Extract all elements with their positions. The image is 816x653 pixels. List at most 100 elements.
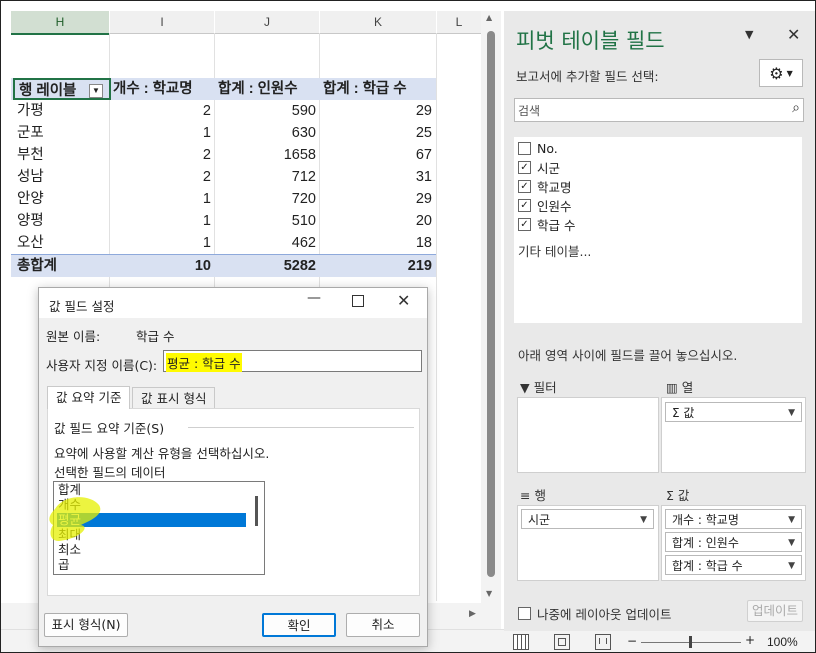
function-option[interactable]: 곱 bbox=[57, 558, 246, 572]
tab-summarize-by[interactable]: 값 요약 기준 bbox=[47, 386, 131, 409]
columns-drop-area[interactable]: Σ 값 ▼ bbox=[661, 397, 806, 473]
field-item[interactable]: No. bbox=[518, 139, 558, 157]
normal-view-icon[interactable] bbox=[513, 634, 529, 650]
scroll-thumb[interactable] bbox=[487, 31, 495, 577]
column-header-l[interactable]: L bbox=[437, 11, 481, 34]
pivot-row[interactable]: 성남 2 712 31 bbox=[11, 166, 436, 188]
scroll-up-icon[interactable]: ▲ bbox=[486, 13, 492, 22]
pivot-row[interactable]: 부천 2 1658 67 bbox=[11, 144, 436, 166]
checkbox-checked[interactable]: ✓ bbox=[518, 160, 531, 174]
rows-drop-area[interactable]: 시군 ▼ bbox=[517, 505, 659, 581]
pivot-row-label: 안양 bbox=[17, 191, 44, 207]
pivot-body: 가평 2 590 29 군포 1 630 25 부천 2 1658 67 성남 2 712 31 안양 1 720 2… bbox=[11, 100, 436, 254]
values-field-pill[interactable]: 합계 : 인원수 ▼ bbox=[665, 532, 802, 552]
pivot-table[interactable]: 행 레이블 ▼ 개수 : 학교명 합계 : 인원수 합계 : 학급 수 가평 2 5… bbox=[11, 78, 436, 277]
choose-fields-label: 보고서에 추가할 필드 선택: bbox=[516, 69, 659, 84]
pivot-fields-pane: 피벗 테이블 필드 ▼ ✕ 보고서에 추가할 필드 선택: ⚙ ▼ 검색 ⌕ N… bbox=[504, 11, 815, 631]
row-labels-header[interactable]: 행 레이블 ▼ bbox=[13, 78, 111, 100]
search-placeholder: 검색 bbox=[518, 104, 541, 118]
zoom-in-button[interactable]: + bbox=[745, 633, 755, 647]
pivot-col-header[interactable]: 합계 : 학급 수 bbox=[323, 78, 436, 100]
checkbox-checked[interactable]: ✓ bbox=[518, 179, 531, 193]
excel-window: H I J K L 행 레이블 ▼ 개수 : 학교명 합계 : 인원수 합계 :… bbox=[0, 0, 816, 653]
rows-field-pill[interactable]: 시군 ▼ bbox=[521, 509, 654, 529]
pivot-row[interactable]: 오산 1 462 18 bbox=[11, 232, 436, 254]
page-break-view-icon[interactable] bbox=[595, 634, 611, 650]
column-header-j[interactable]: J bbox=[215, 11, 319, 34]
values-field-pill[interactable]: 개수 : 학교명 ▼ bbox=[665, 509, 802, 529]
values-field-label: 합계 : 인원수 bbox=[672, 536, 739, 550]
number-format-button[interactable]: 표시 형식(N) bbox=[44, 613, 128, 637]
tab-show-values-as[interactable]: 값 표시 형식 bbox=[132, 387, 216, 409]
pivot-row-label: 성남 bbox=[17, 169, 44, 185]
pivot-row-label: 가평 bbox=[17, 103, 44, 119]
pivot-row[interactable]: 양평 1 510 20 bbox=[11, 210, 436, 232]
field-list[interactable]: No. ✓ 시군 ✓ 학교명 ✓ 인원수 ✓ 학급 수 기타 테이블... bbox=[514, 137, 802, 323]
values-field-label: 개수 : 학교명 bbox=[672, 513, 739, 527]
filter-dropdown-icon[interactable]: ▼ bbox=[89, 84, 103, 98]
page-layout-view-icon[interactable] bbox=[554, 634, 570, 650]
pivot-classes-cell: 20 bbox=[415, 213, 432, 229]
column-header-h[interactable]: H bbox=[11, 11, 109, 35]
update-button[interactable]: 업데이트 bbox=[747, 600, 803, 622]
chevron-down-icon: ▼ bbox=[788, 408, 795, 418]
filter-label-text: 필터 bbox=[533, 380, 557, 395]
scroll-right-icon[interactable]: ▶ bbox=[469, 609, 476, 619]
columns-field-pill[interactable]: Σ 값 ▼ bbox=[665, 402, 802, 422]
defer-update-checkbox[interactable]: 나중에 레이아웃 업데이트 bbox=[518, 604, 671, 623]
sigma-icon: Σ bbox=[666, 488, 674, 503]
pivot-total-row[interactable]: 총합계 10 5282 219 bbox=[11, 254, 436, 277]
field-search-box[interactable]: 검색 ⌕ bbox=[514, 98, 804, 122]
pivot-classes-cell: 18 bbox=[415, 235, 432, 251]
checkbox[interactable] bbox=[518, 141, 531, 155]
vertical-scrollbar[interactable]: ▲ ▼ bbox=[481, 11, 501, 603]
pivot-count-cell: 2 bbox=[202, 169, 211, 185]
custom-name-input[interactable]: 평균 : 학급 수 bbox=[163, 350, 422, 372]
columns-icon: ▥ bbox=[666, 380, 678, 395]
checkbox[interactable] bbox=[518, 607, 531, 620]
highlighter-mark bbox=[49, 497, 101, 541]
pivot-row[interactable]: 군포 1 630 25 bbox=[11, 122, 436, 144]
dialog-titlebar[interactable]: 값 필드 설정 — ✕ bbox=[39, 288, 427, 318]
field-settings-button[interactable]: ⚙ ▼ bbox=[759, 59, 803, 87]
checkbox-checked[interactable]: ✓ bbox=[518, 217, 531, 231]
ok-button[interactable]: 확인 bbox=[262, 613, 336, 637]
chevron-down-icon: ▼ bbox=[640, 515, 647, 525]
values-field-pill[interactable]: 합계 : 학급 수 ▼ bbox=[665, 555, 802, 575]
list-scroll-thumb[interactable] bbox=[255, 496, 258, 526]
rows-area-label: ≡ 행 bbox=[520, 485, 546, 504]
instruction-text: 요약에 사용할 계산 유형을 선택하십시오. bbox=[54, 446, 270, 461]
column-header-i[interactable]: I bbox=[110, 11, 214, 34]
total-classes: 219 bbox=[407, 258, 432, 274]
pane-options-chevron-icon[interactable]: ▼ bbox=[745, 28, 753, 41]
field-item[interactable]: ✓ 인원수 bbox=[518, 196, 572, 214]
pivot-header-row: 행 레이블 ▼ 개수 : 학교명 합계 : 인원수 합계 : 학급 수 bbox=[11, 78, 436, 100]
data-label: 선택한 필드의 데이터 bbox=[54, 465, 166, 480]
pivot-count-cell: 2 bbox=[202, 103, 211, 119]
pivot-col-header[interactable]: 합계 : 인원수 bbox=[218, 78, 322, 100]
field-item[interactable]: ✓ 시군 bbox=[518, 158, 560, 176]
pivot-row[interactable]: 안양 1 720 29 bbox=[11, 188, 436, 210]
close-icon[interactable]: ✕ bbox=[397, 291, 410, 310]
defer-update-label: 나중에 레이아웃 업데이트 bbox=[537, 607, 672, 622]
minimize-icon[interactable]: — bbox=[307, 290, 321, 306]
more-tables-link[interactable]: 기타 테이블... bbox=[518, 241, 591, 260]
column-header-k[interactable]: K bbox=[320, 11, 436, 34]
filter-drop-area[interactable] bbox=[517, 397, 659, 473]
zoom-slider-thumb[interactable] bbox=[689, 636, 692, 648]
close-icon[interactable]: ✕ bbox=[787, 25, 800, 44]
checkbox-checked[interactable]: ✓ bbox=[518, 198, 531, 212]
values-drop-area[interactable]: 개수 : 학교명 ▼ 합계 : 인원수 ▼ 합계 : 학급 수 ▼ bbox=[661, 505, 806, 581]
maximize-icon[interactable] bbox=[352, 295, 364, 307]
field-item[interactable]: ✓ 학급 수 bbox=[518, 215, 575, 233]
field-item[interactable]: ✓ 학교명 bbox=[518, 177, 572, 195]
zoom-level[interactable]: 100% bbox=[767, 635, 798, 649]
pivot-row[interactable]: 가평 2 590 29 bbox=[11, 100, 436, 122]
pivot-people-cell: 1658 bbox=[283, 147, 316, 163]
cancel-button[interactable]: 취소 bbox=[346, 613, 420, 637]
value-field-settings-dialog: 값 필드 설정 — ✕ 원본 이름: 학급 수 사용자 지정 이름(C): 평균… bbox=[38, 287, 428, 647]
zoom-out-button[interactable]: − bbox=[627, 634, 637, 648]
pivot-col-header[interactable]: 개수 : 학교명 bbox=[113, 78, 215, 100]
chevron-down-icon: ▼ bbox=[788, 538, 795, 548]
scroll-down-icon[interactable]: ▼ bbox=[486, 589, 492, 598]
